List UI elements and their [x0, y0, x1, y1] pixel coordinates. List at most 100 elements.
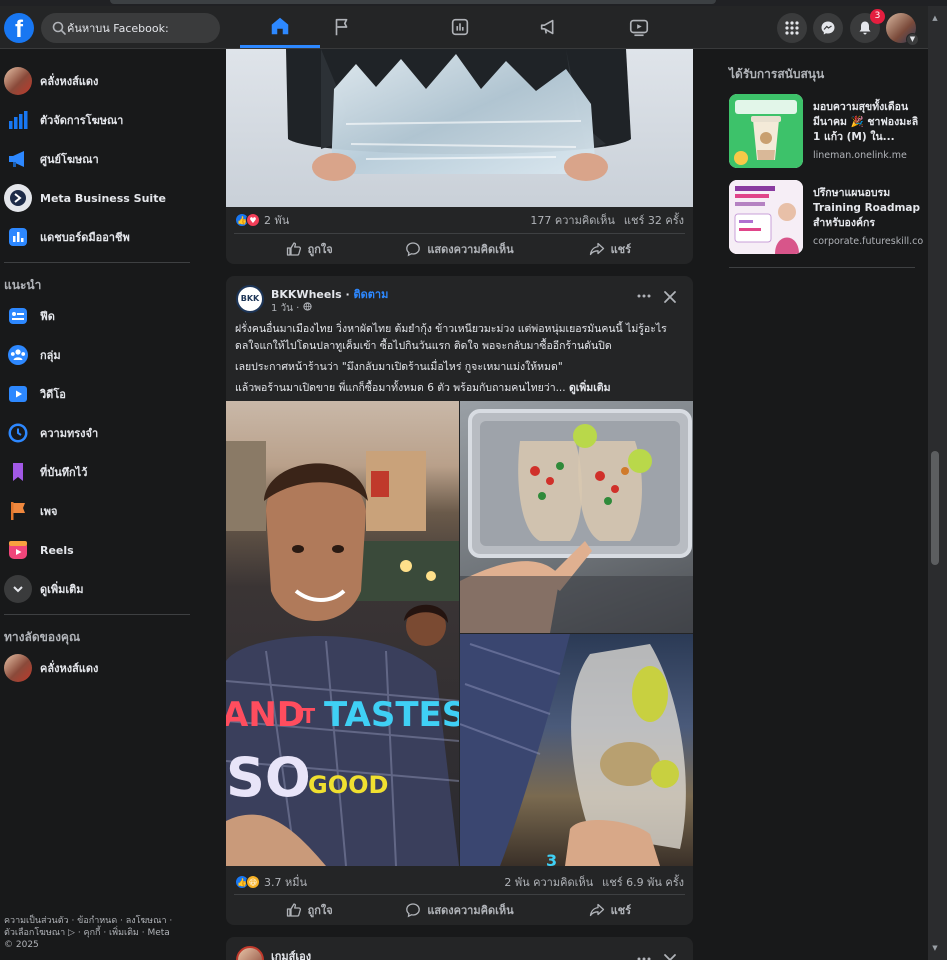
- sponsored-title: ได้รับการสนับสนุน: [729, 67, 825, 81]
- megaphone-icon: [540, 19, 554, 35]
- sponsored-ad[interactable]: ปรึกษาแผนอบรม Training Roadmap สำหรับองค…: [729, 180, 924, 258]
- more-options-icon[interactable]: [636, 951, 652, 960]
- like-label: ถูกใจ: [307, 903, 333, 917]
- account-avatar[interactable]: ▼: [886, 13, 919, 46]
- messenger-button[interactable]: [813, 13, 843, 43]
- sidebar-see-more[interactable]: ดูเพิ่มเติม: [0, 571, 200, 607]
- sponsored-ad[interactable]: มอบความสุขทั้งเดือนมีนาคม 🎉 ชาฟองมะลิ 1 …: [729, 94, 924, 172]
- reactions-count[interactable]: 2 พัน: [264, 211, 289, 229]
- sidebar-item-groups[interactable]: กลุ่ม: [0, 337, 200, 373]
- post-actions: ถูกใจ แสดงความคิดเห็น แชร์: [234, 233, 685, 263]
- page-avatar[interactable]: BKK: [236, 285, 264, 313]
- memories-icon: [4, 419, 32, 447]
- ad-drink-image: [729, 94, 803, 168]
- ad-source: corporate.futureskill.co: [813, 236, 924, 247]
- sidebar-item-feed[interactable]: ฟีด: [0, 298, 200, 334]
- menu-button[interactable]: [777, 13, 807, 43]
- sidebar-item-business-suite[interactable]: Meta Business Suite: [0, 180, 200, 216]
- see-more-link[interactable]: ดูเพิ่มเติม: [569, 382, 611, 394]
- post-image[interactable]: [226, 49, 693, 207]
- search-box[interactable]: [41, 13, 220, 43]
- reactions-count[interactable]: 3.7 หมื่น: [264, 873, 307, 891]
- comment-button[interactable]: แสดงความคิดเห็น: [384, 895, 534, 924]
- left-sidebar: คลั่งหงส์แดง ตัวจัดการโฆษณา ศูนย์โฆษณา M…: [0, 49, 200, 960]
- sidebar-item-memories[interactable]: ความทรงจำ: [0, 415, 200, 451]
- search-input[interactable]: [67, 13, 217, 43]
- ad-thumbnail[interactable]: [729, 180, 803, 254]
- close-icon[interactable]: [663, 953, 677, 960]
- ad-title[interactable]: ปรึกษาแผนอบรม Training Roadmap สำหรับองค…: [813, 186, 928, 231]
- chevron-down-icon[interactable]: ▼: [906, 33, 919, 46]
- scrollbar-thumb[interactable]: [931, 451, 939, 565]
- sidebar-item-video[interactable]: วิดีโอ: [0, 376, 200, 412]
- footer-links[interactable]: ความเป็นส่วนตัว · ข้อกำหนด · ลงโฆษณา · ต…: [4, 915, 194, 951]
- comments-count[interactable]: 2 พัน ความคิดเห็น: [504, 873, 593, 891]
- recommended-section-title: แนะนำ: [4, 278, 42, 292]
- tab-video[interactable]: [599, 6, 679, 48]
- sidebar-divider: [4, 614, 190, 615]
- profile-avatar: [4, 67, 32, 95]
- post-photo-tray[interactable]: [460, 401, 693, 633]
- sidebar-item-label: Reels: [40, 543, 74, 557]
- page-avatar[interactable]: [236, 946, 264, 960]
- thumbs-up-icon: [286, 241, 301, 256]
- sidebar-item-label: ฟีด: [40, 310, 55, 323]
- caption-word: TASTES: [324, 695, 459, 735]
- sidebar-item-label: ความทรงจำ: [40, 427, 99, 440]
- photo-holding-bags: 3: [460, 634, 686, 866]
- feed-post: BKK BKKWheels · ติดตาม 1 วัน · ฝรั่งคนอื…: [226, 276, 693, 925]
- more-options-icon[interactable]: [636, 288, 652, 304]
- post-timestamp[interactable]: 1 วัน ·: [271, 303, 299, 314]
- sidebar-item-pages[interactable]: เพจ: [0, 493, 200, 529]
- share-label: แชร์: [610, 242, 632, 256]
- sidebar-item-saved[interactable]: ที่บันทึกไว้: [0, 454, 200, 490]
- facebook-logo[interactable]: f: [4, 13, 34, 43]
- caption-word: GOOD: [308, 771, 388, 799]
- scroll-down-arrow[interactable]: ▼: [931, 944, 939, 952]
- sidebar-item-pro-dashboard[interactable]: แดชบอร์ดมืออาชีพ: [0, 219, 200, 255]
- footer-line[interactable]: ความเป็นส่วนตัว · ข้อกำหนด · ลงโฆษณา ·: [4, 915, 194, 927]
- page-name[interactable]: เกมส์เอง: [271, 947, 311, 960]
- sidebar-item-profile[interactable]: คลั่งหงส์แดง: [0, 63, 200, 99]
- sidebar-item-ad-center[interactable]: ศูนย์โฆษณา: [0, 141, 200, 177]
- ad-title[interactable]: มอบความสุขทั้งเดือนมีนาคม 🎉 ชาฟองมะลิ 1 …: [813, 100, 928, 145]
- share-icon: [589, 242, 604, 255]
- page-name[interactable]: BKKWheels: [271, 288, 342, 301]
- sidebar-item-reels[interactable]: Reels: [0, 532, 200, 568]
- ad-training-image: [729, 180, 803, 254]
- post-stats: 👍 ♥ 2 พัน 177 ความคิดเห็น แชร์ 32 ครั้ง: [226, 207, 693, 233]
- share-button[interactable]: แชร์: [535, 895, 685, 924]
- post-actions: ถูกใจ แสดงความคิดเห็น แชร์: [234, 894, 685, 924]
- shares-count[interactable]: แชร์ 6.9 พัน ครั้ง: [602, 873, 684, 891]
- shortcut-item-profile[interactable]: คลั่งหงส์แดง: [0, 650, 200, 686]
- dashboard-icon: [4, 223, 32, 251]
- tab-pages[interactable]: [302, 6, 382, 48]
- scroll-up-arrow[interactable]: ▲: [931, 14, 939, 22]
- like-button[interactable]: ถูกใจ: [234, 895, 384, 924]
- comment-button[interactable]: แสดงความคิดเห็น: [384, 234, 534, 263]
- sidebar-item-ads-manager[interactable]: ตัวจัดการโฆษณา: [0, 102, 200, 138]
- shares-count[interactable]: แชร์ 32 ครั้ง: [624, 211, 684, 229]
- tab-ads[interactable]: [509, 6, 589, 48]
- like-button[interactable]: ถูกใจ: [234, 234, 384, 263]
- post-photo-bags[interactable]: 3: [460, 634, 693, 866]
- comments-count[interactable]: 177 ความคิดเห็น: [530, 211, 615, 229]
- messenger-icon: [821, 21, 835, 35]
- bell-icon: [859, 21, 871, 35]
- post-paragraph-text: แล้วพอร้านมาเปิดขาย พี่แกก็ซื้อมาทั้งหมด…: [235, 382, 566, 394]
- share-button[interactable]: แชร์: [535, 234, 685, 263]
- chevron-down-icon: [4, 575, 32, 603]
- ad-thumbnail[interactable]: [729, 94, 803, 168]
- video-icon: [629, 19, 649, 37]
- follow-button[interactable]: ติดตาม: [353, 288, 388, 301]
- footer-line[interactable]: ตัวเลือกโฆษณา ▷ · คุกกี้ · เพิ่มเติม · M…: [4, 927, 194, 939]
- tab-dashboard[interactable]: [420, 6, 500, 48]
- haha-reaction-icon: 😆: [246, 875, 260, 889]
- notifications-button[interactable]: 3: [850, 9, 885, 43]
- flag-icon: [335, 18, 348, 36]
- thumbs-up-icon: [286, 902, 301, 917]
- home-icon: [271, 17, 289, 34]
- post-photo-main[interactable]: AND IT TASTES SO GOOD: [226, 401, 459, 866]
- sidebar-item-label: เพจ: [40, 505, 58, 518]
- close-icon[interactable]: [663, 290, 677, 304]
